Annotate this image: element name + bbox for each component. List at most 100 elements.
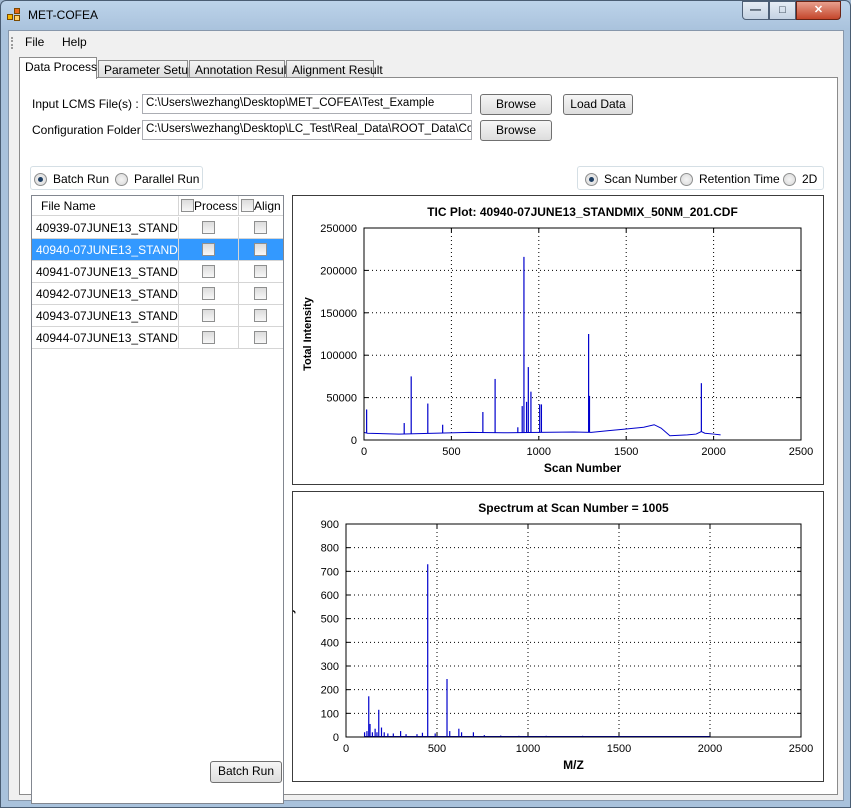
tic-series-line: [363, 424, 721, 437]
window-title: MET-COFEA: [28, 8, 99, 22]
radio-unchecked-icon: [115, 173, 128, 186]
file-name-cell: 40944-07JUNE13_STAND...: [32, 327, 179, 348]
tab-parameter-setup[interactable]: Parameter Setup: [98, 60, 195, 78]
y-tick-label: 0: [333, 732, 339, 744]
table-row[interactable]: 40942-07JUNE13_STAND...: [32, 283, 283, 305]
y-tick-label: 300: [321, 661, 339, 673]
column-file-name[interactable]: File Name: [32, 196, 179, 216]
process-all-checkbox[interactable]: [181, 199, 194, 212]
title-bar[interactable]: MET-COFEA — □ ✕: [1, 1, 850, 29]
column-process[interactable]: Process: [179, 196, 239, 216]
y-tick-label: 250000: [320, 223, 357, 235]
menu-file[interactable]: File: [25, 35, 44, 49]
file-name-cell: 40939-07JUNE13_STAND...: [32, 217, 179, 238]
y-tick-label: 200: [321, 685, 339, 697]
chart-title: TIC Plot: 40940-07JUNE13_STANDMIX_50NM_2…: [427, 205, 738, 219]
process-checkbox[interactable]: [202, 221, 215, 234]
tic-chart: TIC Plot: 40940-07JUNE13_STANDMIX_50NM_2…: [302, 205, 813, 475]
file-name-cell: 40940-07JUNE13_STAND...: [32, 239, 179, 260]
plot-area-border: [345, 523, 802, 738]
browse-lcms-button[interactable]: Browse: [480, 94, 552, 115]
align-checkbox[interactable]: [254, 243, 267, 256]
app-window: MET-COFEA — □ ✕ File Help Data Process P…: [0, 0, 851, 808]
column-align-label: Align: [254, 199, 281, 213]
minimize-button[interactable]: —: [742, 1, 769, 20]
y-axis-label: Intensity: [293, 607, 296, 653]
config-folder-label: Configuration Folder :: [32, 123, 148, 137]
y-tick-label: 100000: [320, 350, 357, 362]
process-checkbox[interactable]: [202, 287, 215, 300]
column-process-label: Process: [194, 199, 238, 213]
close-button[interactable]: ✕: [796, 1, 841, 20]
align-checkbox[interactable]: [254, 331, 267, 344]
y-tick-label: 150000: [320, 308, 357, 320]
radio-unchecked-icon: [783, 173, 796, 186]
x-tick-label: 2500: [789, 446, 813, 458]
align-checkbox[interactable]: [254, 265, 267, 278]
x-tick-label: 2500: [789, 743, 813, 755]
y-tick-label: 500: [321, 614, 339, 626]
plot-area-border: [363, 227, 802, 441]
process-checkbox[interactable]: [202, 265, 215, 278]
load-data-button[interactable]: Load Data: [563, 94, 633, 115]
batch-run-radio-label: Batch Run: [53, 172, 110, 186]
process-checkbox[interactable]: [202, 309, 215, 322]
x-axis-label: Scan Number: [544, 461, 622, 475]
y-tick-label: 200000: [320, 265, 357, 277]
x-axis-label: M/Z: [563, 758, 584, 772]
config-folder-input[interactable]: C:\Users\wezhang\Desktop\LC_Test\Real_Da…: [142, 120, 472, 140]
lcms-file-label: Input LCMS File(s) :: [32, 97, 139, 111]
data-process-page: Input LCMS File(s) : C:\Users\wezhang\De…: [19, 77, 838, 804]
app-icon: [7, 8, 21, 22]
table-row[interactable]: 40941-07JUNE13_STAND...: [32, 261, 283, 283]
table-row[interactable]: 40944-07JUNE13_STAND...: [32, 327, 283, 349]
table-row[interactable]: 40943-07JUNE13_STAND...: [32, 305, 283, 327]
process-checkbox[interactable]: [202, 243, 215, 256]
lcms-file-input[interactable]: C:\Users\wezhang\Desktop\MET_COFEA\Test_…: [142, 94, 472, 114]
x-tick-label: 500: [428, 743, 446, 755]
menu-bar: File Help: [9, 31, 843, 53]
x-tick-label: 1000: [527, 446, 551, 458]
radio-checked-icon: [34, 173, 47, 186]
chart-title: Spectrum at Scan Number = 1005: [478, 501, 669, 515]
maximize-button[interactable]: □: [769, 1, 796, 20]
column-align[interactable]: Align: [239, 196, 283, 216]
align-checkbox[interactable]: [254, 221, 267, 234]
table-row[interactable]: 40940-07JUNE13_STAND...: [32, 239, 283, 261]
axis-mode-group: Scan Number Retention Time 2D: [577, 166, 824, 190]
file-name-cell: 40941-07JUNE13_STAND...: [32, 261, 179, 282]
y-tick-label: 100: [321, 708, 339, 720]
y-axis-label: Total Intensity: [302, 296, 314, 371]
align-checkbox[interactable]: [254, 287, 267, 300]
x-tick-label: 1500: [607, 743, 631, 755]
tab-data-process[interactable]: Data Process: [19, 57, 97, 79]
menu-help[interactable]: Help: [62, 35, 87, 49]
parallel-run-radio-label: Parallel Run: [134, 172, 200, 186]
x-tick-label: 1000: [516, 743, 540, 755]
y-tick-label: 700: [321, 566, 339, 578]
run-mode-group: Batch Run Parallel Run: [30, 166, 203, 190]
menu-grip-icon: [11, 37, 13, 49]
x-tick-label: 1500: [614, 446, 638, 458]
radio-checked-icon: [585, 173, 598, 186]
y-tick-label: 800: [321, 543, 339, 555]
grid-header: File Name Process Align: [32, 196, 283, 216]
batch-run-button[interactable]: Batch Run: [210, 761, 282, 783]
tab-alignment-result[interactable]: Alignment Result: [286, 60, 383, 78]
y-tick-label: 600: [321, 590, 339, 602]
process-checkbox[interactable]: [202, 331, 215, 344]
align-checkbox[interactable]: [254, 309, 267, 322]
table-row[interactable]: 40939-07JUNE13_STAND...: [32, 217, 283, 239]
x-tick-label: 0: [343, 743, 349, 755]
2d-radio-label: 2D: [802, 172, 818, 186]
spectrum-chart: Spectrum at Scan Number = 10050 500 1000 15…: [284, 501, 813, 772]
x-tick-label: 500: [442, 446, 460, 458]
file-name-cell: 40942-07JUNE13_STAND...: [32, 283, 179, 304]
browse-config-button[interactable]: Browse: [480, 120, 552, 141]
tab-annotation-result[interactable]: Annotation Result: [189, 60, 290, 78]
align-all-checkbox[interactable]: [241, 199, 254, 212]
scan-number-radio-label: Scan Number: [604, 172, 678, 186]
spectrum-chart-panel: Spectrum at Scan Number = 1005 0 500 1000 15…: [284, 491, 824, 782]
x-tick-label: 0: [361, 446, 367, 458]
tic-chart-panel: TIC Plot: 40940-07JUNE13_STANDMIX_50NM_2…: [292, 195, 824, 485]
